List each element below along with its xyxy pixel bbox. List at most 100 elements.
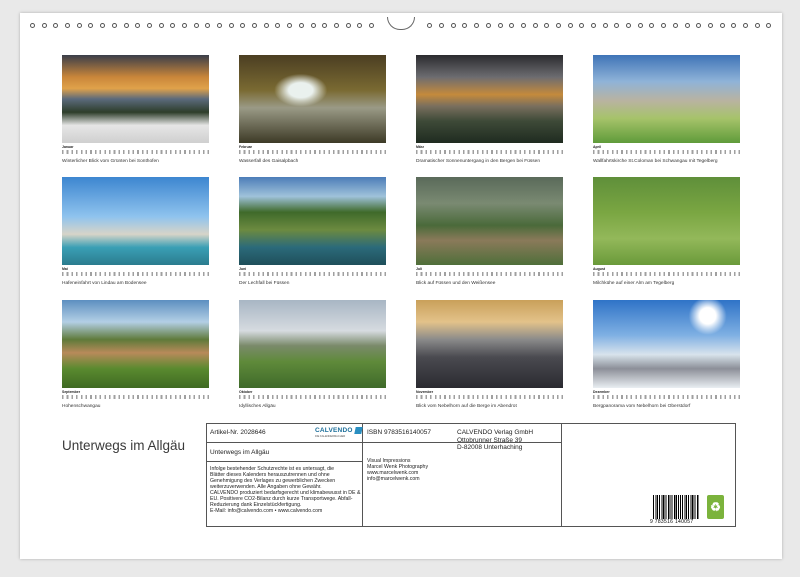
binding-ring-icon — [509, 22, 515, 28]
logo-text: CALVENDO — [315, 427, 353, 434]
photo-caption: Blick auf Füssen und den Weißensee — [416, 281, 496, 286]
binding-ring-icon — [649, 22, 655, 28]
month-photo — [416, 300, 563, 388]
mini-calendar: März — [416, 145, 563, 155]
calendar-title: Unterwegs im Allgäu — [62, 438, 186, 453]
publisher-info: CALVENDO Verlag GmbH Ottobrunner Straße 3… — [457, 429, 533, 452]
binding-ring-icon — [368, 22, 374, 28]
article-number: Artikel-Nr. 2028646 — [210, 429, 266, 436]
binding-ring-icon — [602, 22, 608, 28]
binding-ring-icon — [707, 22, 713, 28]
text-line: E-Mail: info@calvendo.com • www.calvendo… — [210, 508, 323, 514]
binding-ring-icon — [731, 22, 737, 28]
binding-ring-icon — [696, 22, 702, 28]
mini-calendar: Februar — [239, 145, 386, 155]
binding-ring-icon — [474, 22, 480, 28]
mini-calendar: April — [593, 145, 740, 155]
binding-ring-icon — [520, 22, 526, 28]
isbn: ISBN 9783516140057 — [367, 429, 431, 436]
text-line: CALVENDO Verlag GmbH — [457, 429, 534, 436]
binding-ring-icon — [567, 22, 573, 28]
month-name: Oktober — [239, 390, 253, 394]
binding-ring-icon — [53, 22, 59, 28]
product-title: Unterwegs im Allgäu — [210, 449, 270, 456]
binding-ring-icon — [123, 22, 129, 28]
binding-ring-icon — [65, 22, 71, 28]
photo-caption: Hafeneinfahrt von Lindau am Bodensee — [62, 281, 147, 286]
mini-calendar: Mai — [62, 267, 209, 277]
barcode — [653, 495, 699, 519]
binding-ring-icon — [181, 22, 187, 28]
binding-ring-icon — [544, 22, 550, 28]
day-strip — [593, 395, 740, 399]
month-name: September — [62, 390, 81, 394]
binding-ring-icon — [672, 22, 678, 28]
month-photo — [62, 55, 209, 143]
binding-ring-icon — [252, 22, 258, 28]
binding-ring-icon — [614, 22, 620, 28]
binding-ring-icon — [637, 22, 643, 28]
mini-calendar: November — [416, 390, 563, 400]
day-strip — [593, 150, 740, 154]
text-line: D-82008 Unterhaching — [457, 444, 523, 451]
mini-calendar: Oktober — [239, 390, 386, 400]
binding-ring-icon — [310, 22, 316, 28]
month-photo — [239, 177, 386, 265]
binding-ring-icon — [485, 22, 491, 28]
month-name: November — [416, 390, 434, 394]
month-photo — [416, 55, 563, 143]
photo-caption: Hohenschwangau — [62, 404, 101, 409]
binding-ring-icon — [217, 22, 222, 28]
day-strip — [62, 150, 209, 154]
binding-ring-icon — [228, 22, 234, 28]
day-strip — [239, 150, 386, 154]
binding-ring-icon — [626, 22, 632, 28]
month-photo — [239, 300, 386, 388]
binding-ring-icon — [298, 22, 304, 28]
photo-caption: Wallfahrtskirche St.Coloman bei Schwanga… — [593, 159, 718, 164]
month-name: Juni — [239, 267, 247, 271]
binding-ring-icon — [684, 22, 690, 28]
logo-mark-icon — [353, 427, 363, 434]
binding-ring-icon — [30, 22, 35, 28]
author-info: Visual Impressions Marcel Wenk Photograph… — [367, 458, 428, 482]
binding-ring-icon — [345, 22, 351, 28]
month-name: Januar — [62, 145, 74, 149]
photo-caption: Der Lechfall bei Füssen — [239, 281, 290, 286]
day-strip — [593, 272, 740, 276]
info-box: Artikel-Nr. 2028646 CALVENDO DIE KALENDE… — [206, 423, 736, 527]
calvendo-logo: CALVENDO DIE KALENDERMACHER — [315, 427, 363, 438]
binding-ring-icon — [205, 22, 211, 28]
photo-caption: Blick vom Nebelhorn auf die Berge im Abe… — [416, 404, 517, 409]
month-photo — [239, 55, 386, 143]
mini-calendar: Juli — [416, 267, 563, 277]
binding-ring-icon — [427, 22, 433, 28]
binding-ring-icon — [555, 22, 561, 28]
binding-ring-icon — [439, 22, 445, 28]
binding-ring-icon — [462, 22, 468, 28]
month-photo — [62, 300, 209, 388]
binding-ring-icon — [497, 22, 503, 28]
day-strip — [239, 272, 386, 276]
legal-text: Infolge bestehender Schutzrechte ist es … — [210, 466, 360, 514]
binding-ring-icon — [41, 22, 47, 28]
binding-ring-icon — [766, 22, 772, 28]
month-photo — [593, 177, 740, 265]
binding-ring-icon — [357, 22, 363, 28]
binding-ring-icon — [450, 22, 456, 28]
binding-ring-icon — [170, 22, 176, 28]
binding-ring-icon — [146, 22, 152, 28]
month-photo — [593, 300, 740, 388]
month-name: Juli — [416, 267, 423, 271]
binding-ring-icon — [754, 22, 760, 28]
month-name: Februar — [239, 145, 253, 149]
month-photo — [62, 177, 209, 265]
calendar-sheet: Januar Winterlicher Blick vom Grünten bei… — [20, 13, 782, 559]
photo-caption: Wasserfall des Gaisalpbach — [239, 159, 299, 164]
month-name: März — [416, 145, 424, 149]
day-strip — [416, 150, 563, 154]
month-photo — [416, 177, 563, 265]
barcode-number: 9 783516 140057 — [650, 519, 694, 525]
day-strip — [62, 395, 209, 399]
photo-caption: Dramatischer Sonnenuntergang in den Berg… — [416, 159, 540, 164]
